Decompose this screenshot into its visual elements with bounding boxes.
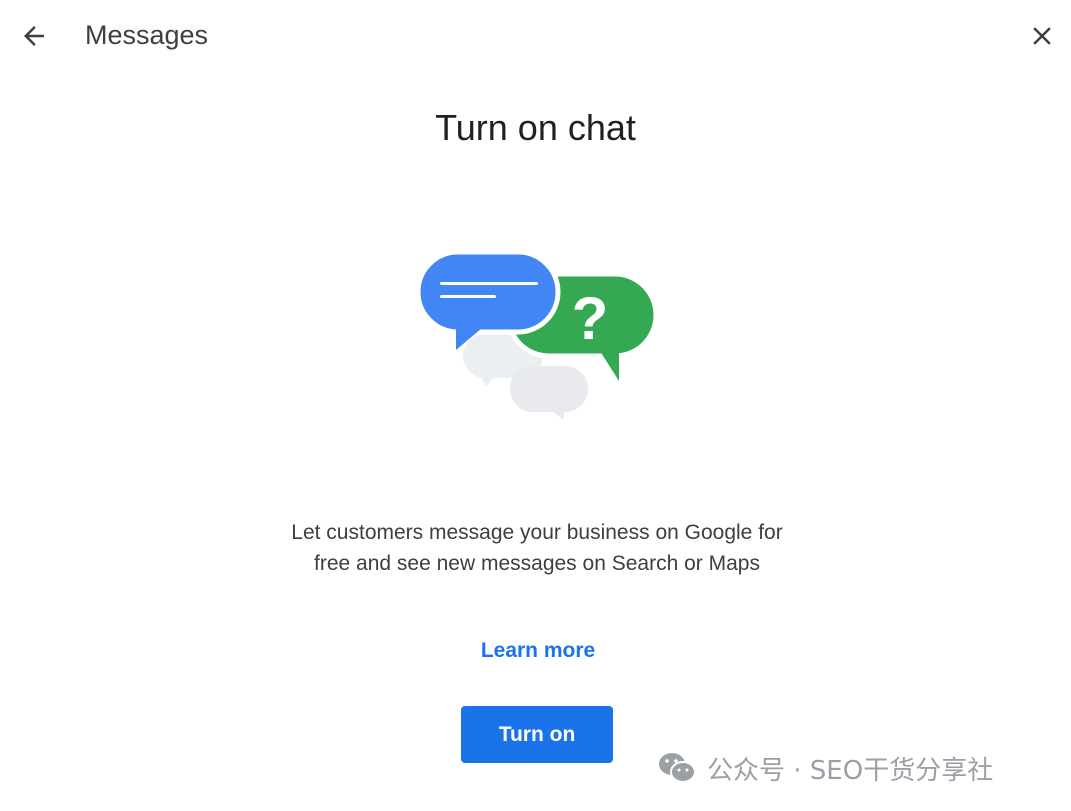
turn-on-button[interactable]: Turn on xyxy=(461,706,613,763)
wechat-icon xyxy=(659,753,696,783)
top-app-bar: Messages xyxy=(0,0,1071,72)
arrow-back-icon xyxy=(24,26,44,46)
watermark: 公众号 · SEO干货分享社 xyxy=(657,748,993,788)
description-text: Let customers message your business on G… xyxy=(291,521,783,575)
close-icon xyxy=(1033,27,1051,45)
learn-more-link[interactable]: Learn more xyxy=(438,637,638,665)
chat-bubbles-illustration: ? xyxy=(415,249,659,420)
back-button[interactable] xyxy=(14,16,54,56)
watermark-text: 公众号 · SEO干货分享社 xyxy=(707,755,994,786)
dialog-heading: Turn on chat xyxy=(435,107,636,148)
page-title: Messages xyxy=(85,20,209,50)
gray-bubble-2 xyxy=(510,366,588,420)
svg-text:?: ? xyxy=(572,285,609,352)
close-button[interactable] xyxy=(1022,16,1062,56)
